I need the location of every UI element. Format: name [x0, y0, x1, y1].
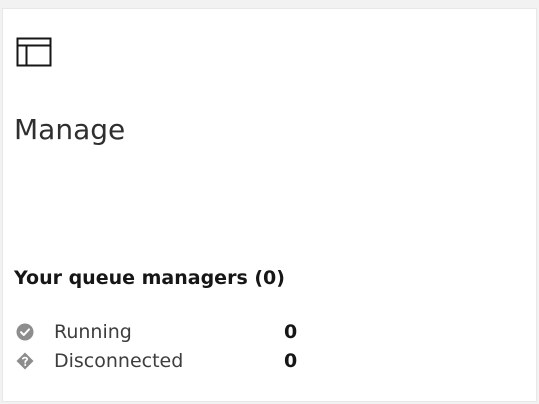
status-row-running: Running 0: [16, 320, 336, 344]
status-row-disconnected: Disconnected 0: [16, 349, 336, 373]
manage-tile[interactable]: Manage Your queue managers (0) Running 0…: [2, 8, 537, 402]
tile-title: Manage: [14, 113, 126, 146]
status-count-running: 0: [284, 321, 298, 343]
status-label-disconnected: Disconnected: [54, 350, 184, 372]
status-label-running: Running: [54, 321, 132, 343]
checkmark-filled-icon: [16, 323, 34, 341]
status-count-disconnected: 0: [284, 350, 298, 372]
application-window-icon: [16, 37, 54, 69]
queue-managers-heading: Your queue managers (0): [14, 267, 285, 289]
warning-diamond-icon: [16, 352, 34, 370]
